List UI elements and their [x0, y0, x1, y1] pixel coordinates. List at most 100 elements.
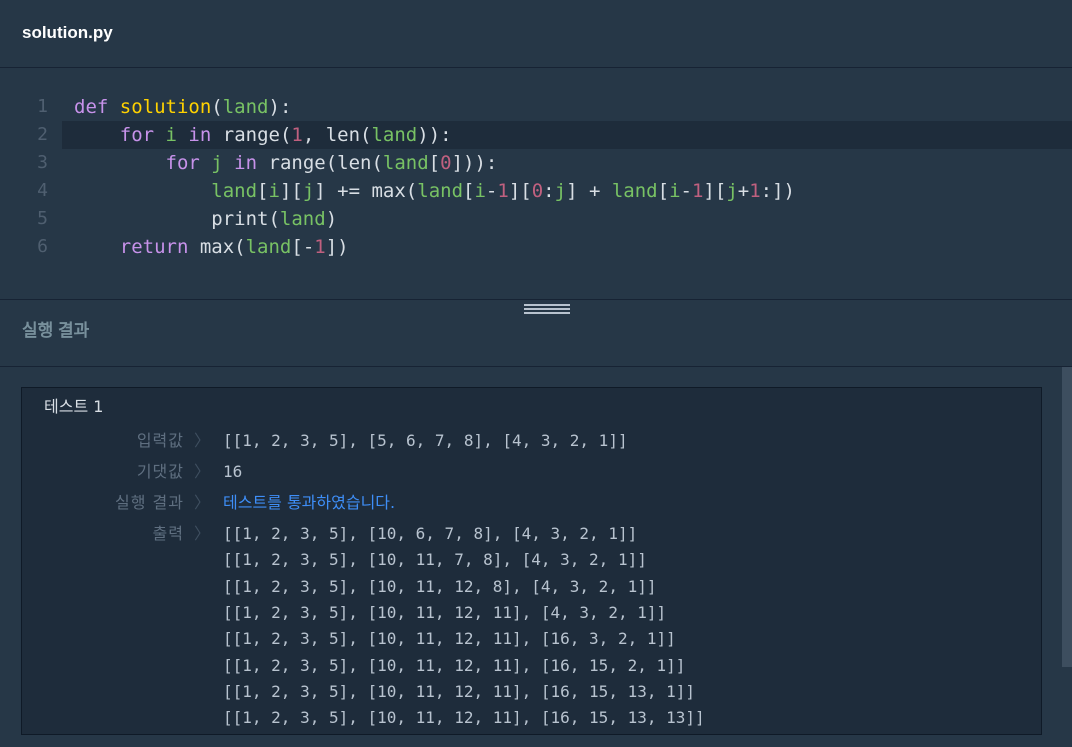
code-token: i	[669, 180, 681, 202]
file-tab-bar: solution.py	[0, 0, 1072, 68]
code-token: 1	[749, 180, 761, 202]
code-token: 1	[314, 236, 326, 258]
code-token: +	[737, 180, 750, 202]
code-token: ])	[325, 236, 349, 258]
code-token: ] +	[566, 180, 612, 202]
code-token: [	[463, 180, 475, 202]
code-line[interactable]: 3 for j in range(len(land[0])):	[0, 149, 1072, 177]
code-token: (	[211, 96, 223, 118]
code-token: [	[428, 152, 441, 174]
test-case-panel: 테스트 1 입력값 〉 [[1, 2, 3, 5], [5, 6, 7, 8],…	[21, 387, 1042, 735]
code-token: def	[74, 96, 120, 118]
code-token: :])	[760, 180, 795, 202]
line-number: 6	[37, 236, 48, 257]
code-token: i	[268, 180, 280, 202]
code-token: ][	[279, 180, 303, 202]
resize-handle[interactable]	[524, 304, 570, 316]
code-line[interactable]: 1 def solution(land):	[0, 93, 1072, 121]
code-text[interactable]: print(land)	[74, 205, 337, 233]
code-token: 1	[691, 180, 704, 202]
test-case-title: 테스트 1	[44, 397, 104, 416]
chevron-right-icon: 〉	[194, 493, 211, 512]
code-text[interactable]: return max(land[-1])	[74, 233, 349, 261]
code-token: ):	[268, 96, 292, 118]
ide-window: solution.py 1 def solution(land): 2 for i …	[0, 0, 1072, 747]
output-line: [[1, 2, 3, 5], [10, 11, 12, 11], [16, 3,…	[223, 629, 676, 648]
code-token: ] += max(	[314, 180, 418, 202]
code-token: j	[211, 152, 223, 174]
line-number: 2	[37, 124, 48, 145]
code-token: j	[554, 180, 567, 202]
chevron-right-icon: 〉	[194, 524, 211, 543]
code-text[interactable]: land[i][j] += max(land[i-1][0:j] + land[…	[74, 177, 795, 205]
code-token: land	[611, 180, 658, 202]
chevron-right-icon: 〉	[194, 431, 211, 450]
code-token: [-	[291, 236, 315, 258]
code-token: range(	[222, 124, 292, 146]
code-token: i	[474, 180, 486, 202]
code-token: solution	[119, 96, 212, 118]
code-line[interactable]: 5 print(land)	[0, 205, 1072, 233]
code-token: range(len(	[268, 152, 383, 174]
code-token: land	[279, 208, 326, 230]
result-status: 테스트를 통과하였습니다.	[223, 493, 396, 512]
code-editor[interactable]: 1 def solution(land): 2 for i in range(1, …	[0, 69, 1072, 299]
file-name-tab[interactable]: solution.py	[22, 22, 113, 44]
result-label: 실행 결과	[115, 493, 184, 512]
input-label: 입력값	[136, 431, 184, 450]
code-token: for	[119, 124, 166, 146]
code-text[interactable]: def solution(land):	[74, 93, 291, 121]
output-line: [[1, 2, 3, 5], [10, 11, 12, 11], [16, 15…	[223, 682, 696, 701]
code-token: [	[657, 180, 670, 202]
code-token: 1	[497, 180, 509, 202]
output-line: [[1, 2, 3, 5], [10, 11, 12, 11], [16, 15…	[223, 656, 686, 675]
code-text[interactable]: for i in range(1, len(land)):	[74, 121, 452, 149]
code-text[interactable]: for j in range(len(land[0])):	[74, 149, 498, 177]
code-token: :	[543, 180, 555, 202]
expected-label: 기댓값	[136, 462, 184, 481]
code-token: ][	[703, 180, 727, 202]
input-value: [[1, 2, 3, 5], [5, 6, 7, 8], [4, 3, 2, 1…	[223, 431, 628, 450]
code-token: land	[222, 96, 269, 118]
results-scrollbar[interactable]	[1062, 367, 1072, 667]
code-token: , len(	[302, 124, 372, 146]
code-line[interactable]: 4 land[i][j] += max(land[i-1][0:j] + lan…	[0, 177, 1072, 205]
output-line: [[1, 2, 3, 5], [10, 11, 7, 8], [4, 3, 2,…	[223, 550, 647, 569]
code-token: return	[119, 236, 200, 258]
code-token: [	[257, 180, 269, 202]
line-number: 4	[37, 180, 48, 201]
code-token: land	[245, 236, 292, 258]
code-token: land	[371, 124, 418, 146]
code-line[interactable]: 6 return max(land[-1])	[0, 233, 1072, 261]
code-token: ])):	[451, 152, 498, 174]
code-token: -	[485, 180, 498, 202]
code-token: j	[726, 180, 738, 202]
line-number: 3	[37, 152, 48, 173]
code-token: 0	[531, 180, 544, 202]
output-line: [[1, 2, 3, 5], [10, 6, 7, 8], [4, 3, 2, …	[223, 524, 638, 543]
output-line: [[1, 2, 3, 5], [10, 11, 12, 11], [4, 3, …	[223, 603, 667, 622]
code-line[interactable]: 2 for i in range(1, len(land)):	[37, 121, 1072, 149]
output-line: [[1, 2, 3, 5], [10, 11, 12, 11], [16, 15…	[223, 708, 705, 727]
output-line: [[1, 2, 3, 5], [10, 11, 12, 8], [4, 3, 2…	[223, 577, 657, 596]
code-token: ][	[508, 180, 532, 202]
code-token: )):	[417, 124, 452, 146]
line-number: 5	[37, 208, 48, 229]
code-token: in	[222, 152, 269, 174]
code-token: land	[211, 180, 258, 202]
code-token: )	[325, 208, 338, 230]
code-token: land	[382, 152, 429, 174]
code-token: 1	[291, 124, 303, 146]
chevron-right-icon: 〉	[194, 462, 211, 481]
code-token: 0	[440, 152, 452, 174]
output-label: 출력	[152, 524, 184, 543]
expected-value: 16	[223, 462, 243, 481]
line-number: 1	[37, 96, 48, 117]
code-token: i	[165, 124, 177, 146]
results-title: 실행 결과	[22, 321, 90, 340]
